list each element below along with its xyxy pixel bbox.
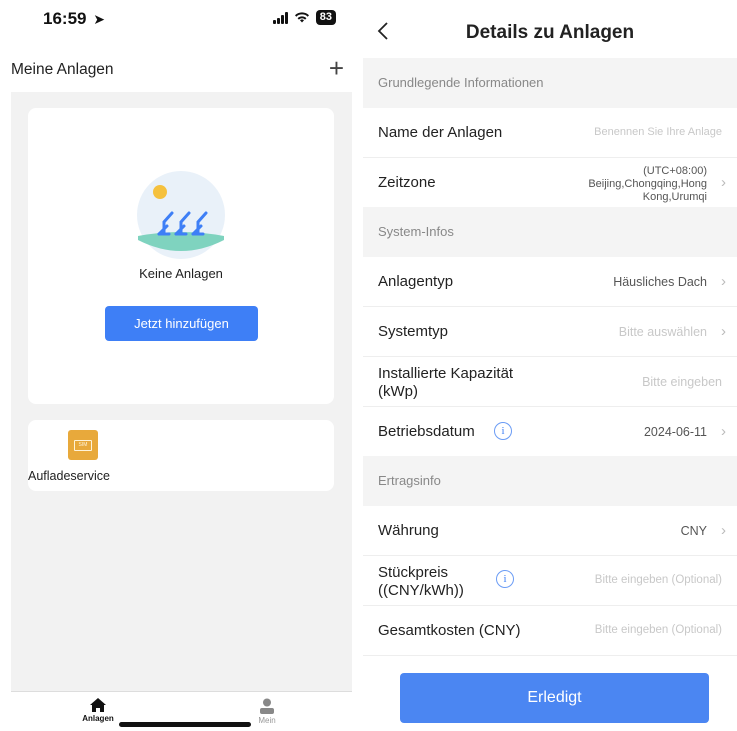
section-yield-info: Ertragsinfo xyxy=(363,456,737,506)
header: Meine Anlagen + xyxy=(11,52,352,88)
plant-details-screen: Details zu Anlagen Grundlegende Informat… xyxy=(363,0,737,731)
page-title: Details zu Anlagen xyxy=(465,22,635,43)
section-system-info: System-Infos xyxy=(363,207,737,257)
row-label: Name der Anlagen xyxy=(378,124,503,141)
unit-price-input[interactable]: Bitte eingeben (Optional) xyxy=(595,574,722,586)
section-title: Ertragsinfo xyxy=(378,473,441,488)
wifi-icon xyxy=(294,11,310,24)
chevron-left-icon[interactable] xyxy=(377,21,389,46)
section-title: Grundlegende Informationen xyxy=(378,75,544,90)
row-system-type[interactable]: Systemtyp Bitte auswählen › xyxy=(363,307,737,357)
add-now-button[interactable]: Jetzt hinzufügen xyxy=(105,306,258,341)
section-basic-info: Grundlegende Informationen xyxy=(363,58,737,108)
chevron-right-icon: › xyxy=(721,423,726,440)
row-label: Installierte Kapazität (kWp) xyxy=(378,365,514,400)
status-icons: 83 xyxy=(272,10,336,25)
row-label: Zeitzone xyxy=(378,174,436,191)
row-label: Systemtyp xyxy=(378,323,449,340)
recharge-service-card[interactable]: SIM Aufladeservice xyxy=(28,420,334,491)
section-title: System-Infos xyxy=(378,224,454,239)
row-plant-name[interactable]: Name der Anlagen Benennen Sie Ihre Anlag… xyxy=(363,108,737,158)
total-cost-input[interactable]: Bitte eingeben (Optional) xyxy=(595,624,722,636)
row-operating-date[interactable]: Betriebsdatum i 2024-06-11 › xyxy=(363,407,737,457)
signal-icon xyxy=(272,11,288,24)
currency-value: CNY xyxy=(680,524,707,538)
row-timezone[interactable]: Zeitzone (UTC+08:00) Beijing,Chongqing,H… xyxy=(363,158,737,208)
row-label: Währung xyxy=(378,522,439,539)
tab-mein[interactable]: Mein xyxy=(232,698,302,725)
status-bar: 16:59 ➤ 83 xyxy=(11,0,352,36)
row-installed-capacity[interactable]: Installierte Kapazität (kWp) Bitte einge… xyxy=(363,357,737,407)
home-indicator xyxy=(119,722,251,727)
tab-anlagen[interactable]: Anlagen xyxy=(63,698,133,723)
plants-list-screen: 16:59 ➤ 83 Meine Anlagen + Keine Anlagen… xyxy=(11,0,352,731)
row-label: Anlagentyp xyxy=(378,273,454,290)
plant-name-input[interactable]: Benennen Sie Ihre Anlage xyxy=(594,126,722,138)
service-label: Aufladeservice xyxy=(28,469,110,483)
capacity-input[interactable]: Bitte eingeben xyxy=(642,375,722,389)
plus-icon[interactable]: + xyxy=(329,54,344,82)
nav-bar: Details zu Anlagen xyxy=(363,12,737,52)
row-label: Gesamtkosten (CNY) xyxy=(378,622,521,639)
done-button[interactable]: Erledigt xyxy=(400,673,709,723)
solar-panel-illustration xyxy=(136,170,226,260)
row-total-cost[interactable]: Gesamtkosten (CNY) Bitte eingeben (Optio… xyxy=(363,606,737,656)
row-unit-price[interactable]: Stückpreis ((CNY/kWh)) i Bitte eingeben … xyxy=(363,556,737,606)
sim-card-icon: SIM xyxy=(68,430,98,460)
row-currency[interactable]: Währung CNY › xyxy=(363,506,737,556)
chevron-right-icon: › xyxy=(721,323,726,340)
system-type-select[interactable]: Bitte auswählen xyxy=(619,325,707,339)
home-icon xyxy=(63,698,133,714)
row-plant-type[interactable]: Anlagentyp Häusliches Dach › xyxy=(363,257,737,307)
status-time: 16:59 ➤ xyxy=(43,9,105,28)
row-label: Stückpreis ((CNY/kWh)) xyxy=(378,564,464,599)
timezone-value: (UTC+08:00) Beijing,Chongqing,Hong Kong,… xyxy=(588,165,707,203)
empty-state-text: Keine Anlagen xyxy=(139,266,223,281)
chevron-right-icon: › xyxy=(721,522,726,539)
empty-state-card: Keine Anlagen Jetzt hinzufügen xyxy=(28,108,334,404)
person-icon xyxy=(232,698,302,716)
plant-type-value: Häusliches Dach xyxy=(613,275,707,289)
info-icon[interactable]: i xyxy=(494,422,512,440)
chevron-right-icon: › xyxy=(721,174,726,191)
operating-date-value: 2024-06-11 xyxy=(643,425,707,439)
chevron-right-icon: › xyxy=(721,273,726,290)
info-icon[interactable]: i xyxy=(496,570,514,588)
location-arrow-icon: ➤ xyxy=(93,11,105,27)
battery-icon: 83 xyxy=(315,10,336,25)
row-label: Betriebsdatum xyxy=(378,423,475,440)
page-title: Meine Anlagen xyxy=(11,61,114,78)
